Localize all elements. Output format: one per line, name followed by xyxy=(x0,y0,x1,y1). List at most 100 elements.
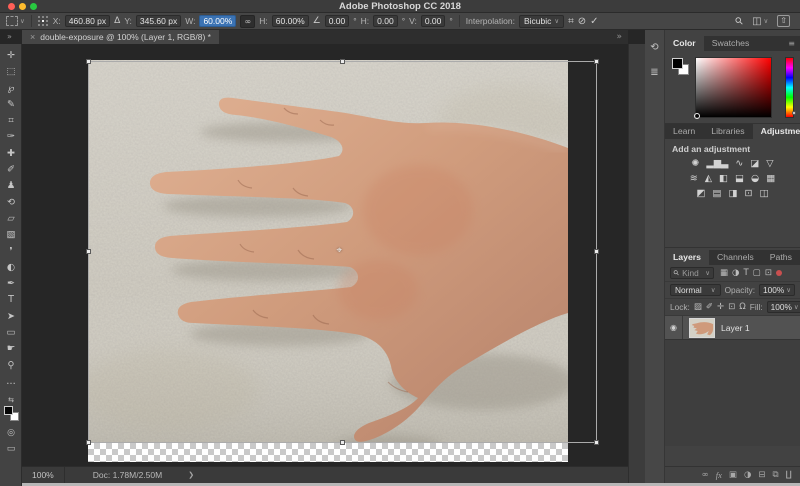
quick-selection-tool-icon[interactable]: ✎ xyxy=(0,97,22,113)
transform-center-point[interactable]: ⌖ xyxy=(337,245,343,256)
pen-tool-icon[interactable]: ✒ xyxy=(0,276,22,292)
link-layers-icon[interactable]: ∞ xyxy=(702,470,709,480)
workspace-switcher-icon[interactable]: ◫ xyxy=(752,16,761,27)
color-panel-swatches[interactable] xyxy=(672,58,689,75)
tab-adjustments[interactable]: Adjustments xyxy=(753,124,800,139)
rotation-field[interactable]: 0.00 xyxy=(325,15,350,27)
add-layer-mask-icon[interactable]: ▣ xyxy=(729,470,737,480)
transform-handle-middle-left[interactable] xyxy=(86,249,91,254)
color-lookup-icon[interactable]: ▦ xyxy=(766,173,775,184)
photo-filter-icon[interactable]: ⬓ xyxy=(735,173,744,184)
filter-pixel-layers-icon[interactable]: ▦ xyxy=(720,268,728,278)
height-scale-field[interactable]: 60.00% xyxy=(272,15,309,27)
warp-mode-icon[interactable]: ⌗ xyxy=(568,16,574,27)
quick-mask-button[interactable]: ◎ xyxy=(7,428,15,438)
lock-position-icon[interactable]: ✛ xyxy=(717,302,724,312)
crop-tool-icon[interactable]: ⌗ xyxy=(0,113,22,129)
tab-overflow-icon[interactable]: » xyxy=(616,32,622,42)
swap-colors-icon[interactable]: ⇆ xyxy=(0,396,22,404)
curves-icon[interactable]: ∿ xyxy=(735,158,743,169)
layer-effects-icon[interactable]: fx xyxy=(716,470,722,480)
current-tool-icon[interactable]: ∨ xyxy=(6,16,25,26)
transform-handle-top-middle[interactable] xyxy=(340,59,345,64)
lock-artboard-icon[interactable]: ⊡ xyxy=(728,302,735,312)
posterize-icon[interactable]: ▤ xyxy=(713,188,722,199)
opacity-field[interactable]: 100% ∨ xyxy=(759,284,795,296)
color-picker-cursor[interactable] xyxy=(694,113,700,119)
lock-paint-icon[interactable]: ✐ xyxy=(706,302,713,312)
channel-mixer-icon[interactable]: ◒ xyxy=(751,173,759,184)
transform-handle-bottom-left[interactable] xyxy=(86,440,91,445)
layer-filter-toggle[interactable] xyxy=(776,270,782,276)
tab-paths[interactable]: Paths xyxy=(762,250,800,265)
foreground-background-swatches[interactable] xyxy=(4,406,19,421)
hand-tool-icon[interactable]: ☛ xyxy=(0,341,22,357)
layer-name[interactable]: Layer 1 xyxy=(721,323,750,333)
maintain-aspect-ratio-button[interactable]: ∞ xyxy=(240,15,255,28)
screen-mode-button[interactable]: ▭ xyxy=(7,444,16,454)
new-adjustment-layer-icon[interactable]: ◑ xyxy=(744,470,751,480)
transform-handle-top-left[interactable] xyxy=(86,59,91,64)
hue-slider-cursor[interactable] xyxy=(792,111,796,115)
tab-channels[interactable]: Channels xyxy=(709,250,762,265)
path-selection-tool-icon[interactable]: ➤ xyxy=(0,309,22,325)
x-position-field[interactable]: 460.80 px xyxy=(65,15,110,27)
brightness-contrast-icon[interactable]: ✺ xyxy=(691,158,699,169)
saturation-brightness-picker[interactable] xyxy=(695,57,772,118)
document-tab[interactable]: × double-exposure @ 100% (Layer 1, RGB/8… xyxy=(22,30,219,44)
eraser-tool-icon[interactable]: ▱ xyxy=(0,211,22,227)
cancel-transform-button[interactable]: ⊘ xyxy=(578,16,586,27)
brush-tool-icon[interactable]: ✐ xyxy=(0,162,22,178)
delete-layer-icon[interactable]: ∐ xyxy=(786,470,792,480)
filter-type-layers-icon[interactable]: T xyxy=(743,268,748,278)
transform-handle-top-right[interactable] xyxy=(594,59,599,64)
close-tab-icon[interactable]: × xyxy=(30,32,35,42)
zoom-level-field[interactable]: 100% xyxy=(22,467,65,483)
y-position-field[interactable]: 345.60 px xyxy=(136,15,181,27)
blend-mode-dropdown[interactable]: Normal ∨ xyxy=(670,284,721,296)
tab-swatches[interactable]: Swatches xyxy=(704,36,758,51)
canvas-area[interactable]: ⌖ xyxy=(22,44,628,466)
status-chevron-icon[interactable]: ❯ xyxy=(188,471,194,479)
shape-tool-icon[interactable]: ▭ xyxy=(0,325,22,341)
eyedropper-tool-icon[interactable]: ✑ xyxy=(0,129,22,145)
edit-toolbar-icon[interactable]: … xyxy=(0,374,22,390)
filter-adjustment-layers-icon[interactable]: ◑ xyxy=(732,268,739,278)
tab-layers[interactable]: Layers xyxy=(665,250,709,265)
invert-icon[interactable]: ◩ xyxy=(697,188,706,199)
properties-panel-icon[interactable]: ≣ xyxy=(650,67,658,78)
foreground-color-swatch[interactable] xyxy=(672,58,683,69)
gradient-tool-icon[interactable]: ▧ xyxy=(0,227,22,243)
blur-tool-icon[interactable]: ❜ xyxy=(0,244,22,260)
marquee-tool-icon[interactable]: ⬚ xyxy=(0,64,22,80)
relative-position-icon[interactable]: Δ xyxy=(114,16,120,26)
search-icon[interactable]: ⚲ xyxy=(733,15,746,28)
h-skew-field[interactable]: 0.00 xyxy=(373,15,398,27)
move-tool-icon[interactable]: ✛ xyxy=(0,48,22,64)
selective-color-icon[interactable]: ⊡ xyxy=(745,188,753,199)
exposure-icon[interactable]: ◪ xyxy=(750,158,759,169)
share-image-icon[interactable]: ⇧ xyxy=(777,15,790,27)
lasso-tool-icon[interactable]: ℘ xyxy=(0,81,22,97)
black-white-icon[interactable]: ◧ xyxy=(719,173,728,184)
type-tool-icon[interactable]: T xyxy=(0,292,22,308)
filter-smart-objects-icon[interactable]: ⊡ xyxy=(765,268,772,278)
lock-all-icon[interactable]: Ω xyxy=(739,302,746,312)
tab-color[interactable]: Color xyxy=(665,36,704,51)
vibrance-icon[interactable]: ▽ xyxy=(766,158,773,169)
gradient-map-icon[interactable]: ◫ xyxy=(759,188,768,199)
transform-handle-bottom-right[interactable] xyxy=(594,440,599,445)
tab-libraries[interactable]: Libraries xyxy=(703,124,752,139)
vertical-scrollbar-track[interactable] xyxy=(628,44,645,483)
lock-transparency-icon[interactable]: ▨ xyxy=(694,302,702,312)
history-brush-tool-icon[interactable]: ⟲ xyxy=(0,195,22,211)
commit-transform-button[interactable]: ✓ xyxy=(590,16,598,27)
new-group-icon[interactable]: ⊟ xyxy=(758,470,765,480)
transform-handle-middle-right[interactable] xyxy=(594,249,599,254)
layer-thumbnail[interactable] xyxy=(689,318,715,338)
clone-stamp-tool-icon[interactable]: ♟ xyxy=(0,178,22,194)
layer-filter-kind-dropdown[interactable]: ⚲ Kind ∨ xyxy=(670,267,714,279)
threshold-icon[interactable]: ◨ xyxy=(729,188,738,199)
tab-learn[interactable]: Learn xyxy=(665,124,703,139)
filter-shape-layers-icon[interactable]: ▢ xyxy=(753,268,761,278)
